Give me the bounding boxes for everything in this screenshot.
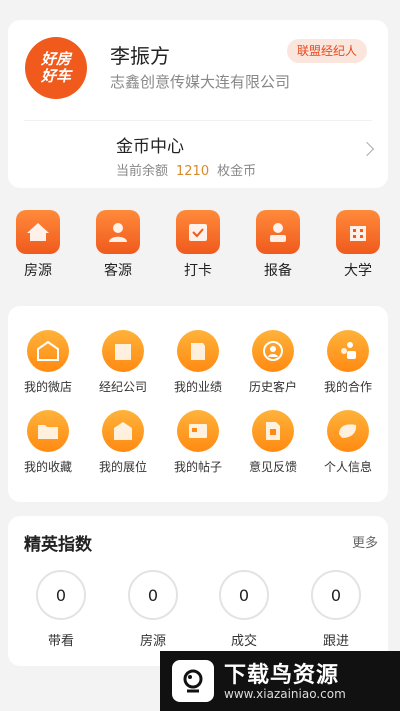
- nav-item-listings[interactable]: 房源: [3, 210, 73, 280]
- company-icon: [102, 330, 144, 372]
- feature-favorites[interactable]: 我的收藏: [12, 410, 84, 475]
- coin-balance-value: 1210: [176, 164, 210, 179]
- divider: [24, 120, 372, 121]
- university-icon: [336, 210, 380, 254]
- coin-balance-suffix: 枚金币: [217, 164, 257, 179]
- nav-label: 房源: [24, 263, 52, 279]
- nav-item-university[interactable]: 大学: [323, 210, 393, 280]
- stat-value: 0: [36, 570, 86, 620]
- feature-label: 我的合作: [323, 380, 372, 394]
- folder-icon: [27, 410, 69, 452]
- features-grid: 我的微店 经纪公司 我的业绩 历史客户 我的合作 我的收藏 我的展位 我的帖子 …: [8, 306, 388, 502]
- coin-balance-prefix: 当前余额: [116, 164, 169, 179]
- quick-nav: 房源 客源 打卡 报备 大学: [0, 210, 400, 282]
- history-icon: [252, 330, 294, 372]
- watermark-title: 下载鸟资源: [224, 663, 340, 688]
- house-icon: [16, 210, 60, 254]
- user-name: 李振方: [110, 44, 170, 68]
- stat-value: 0: [219, 570, 269, 620]
- nav-label: 客源: [104, 263, 132, 279]
- brand-logo: 好房好车: [25, 37, 87, 99]
- nav-label: 打卡: [184, 263, 212, 279]
- feature-label: 我的展位: [98, 460, 147, 474]
- agent-badge: 联盟经纪人: [287, 39, 368, 63]
- feature-cooperation[interactable]: 我的合作: [312, 330, 384, 395]
- customer-icon: [96, 210, 140, 254]
- stat-label: 带看: [47, 634, 74, 649]
- feature-label: 我的业绩: [173, 380, 222, 394]
- stat-value: 0: [128, 570, 178, 620]
- watermark-url: www.xiazainiao.com: [224, 687, 346, 701]
- feature-label: 我的微店: [23, 380, 72, 394]
- feedback-icon: [252, 410, 294, 452]
- feature-my-shop[interactable]: 我的微店: [12, 330, 84, 395]
- feature-label: 意见反馈: [248, 460, 297, 474]
- post-icon: [177, 410, 219, 452]
- stat-viewings[interactable]: 0 带看: [29, 570, 93, 649]
- stat-listings[interactable]: 0 房源: [121, 570, 185, 649]
- chevron-right-icon: [359, 141, 375, 157]
- feature-feedback[interactable]: 意见反馈: [237, 410, 309, 475]
- feature-history-clients[interactable]: 历史客户: [237, 330, 309, 395]
- stat-label: 房源: [139, 634, 166, 649]
- shop-icon: [27, 330, 69, 372]
- feature-label: 经纪公司: [98, 380, 147, 394]
- elite-index-card: 精英指数 更多 0 带看 0 房源 0 成交 0 跟进: [8, 516, 388, 666]
- nav-item-report[interactable]: 报备: [243, 210, 313, 280]
- profile-card: 好房好车 李振方 志鑫创意传媒大连有限公司 联盟经纪人 金币中心 当前余额 121…: [8, 20, 388, 188]
- more-link[interactable]: 更多: [352, 532, 378, 551]
- coin-balance: 当前余额 1210 枚金币: [116, 160, 256, 179]
- feature-label: 历史客户: [248, 380, 297, 394]
- performance-icon: [177, 330, 219, 372]
- feature-personal-info[interactable]: 个人信息: [312, 410, 384, 475]
- stat-label: 成交: [230, 634, 257, 649]
- stat-followups[interactable]: 0 跟进: [304, 570, 368, 649]
- stat-deals[interactable]: 0 成交: [212, 570, 276, 649]
- watermark: 下载鸟资源 www.xiazainiao.com: [160, 651, 400, 711]
- booth-icon: [102, 410, 144, 452]
- feature-performance[interactable]: 我的业绩: [162, 330, 234, 395]
- feature-posts[interactable]: 我的帖子: [162, 410, 234, 475]
- feature-agency[interactable]: 经纪公司: [87, 330, 159, 395]
- stat-value: 0: [311, 570, 361, 620]
- bird-icon: [172, 660, 214, 702]
- brand-logo-text: 好房好车: [40, 50, 71, 85]
- feature-label: 我的帖子: [173, 460, 222, 474]
- nav-item-checkin[interactable]: 打卡: [163, 210, 233, 280]
- report-icon: [256, 210, 300, 254]
- nav-label: 报备: [264, 263, 292, 279]
- feature-booth[interactable]: 我的展位: [87, 410, 159, 475]
- profile-icon: [327, 410, 369, 452]
- elite-index-title: 精英指数: [24, 535, 92, 555]
- nav-label: 大学: [344, 263, 372, 279]
- nav-item-customers[interactable]: 客源: [83, 210, 153, 280]
- stat-label: 跟进: [322, 634, 349, 649]
- cooperation-icon: [327, 330, 369, 372]
- feature-label: 个人信息: [323, 460, 372, 474]
- coin-center-title: 金币中心: [116, 137, 184, 157]
- company-name: 志鑫创意传媒大连有限公司: [110, 73, 291, 91]
- checkin-icon: [176, 210, 220, 254]
- feature-label: 我的收藏: [23, 460, 72, 474]
